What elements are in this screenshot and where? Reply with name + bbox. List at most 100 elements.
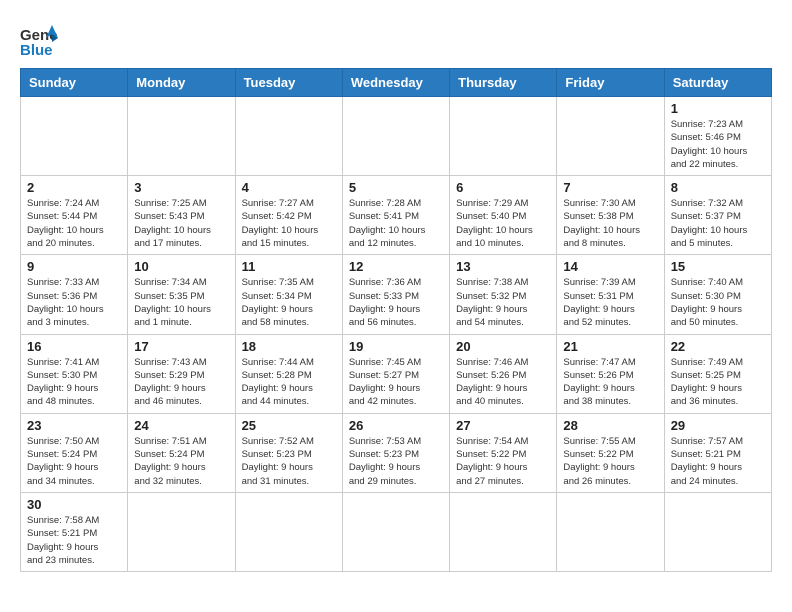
day-info: Sunrise: 7:25 AM Sunset: 5:43 PM Dayligh… <box>134 197 228 250</box>
calendar-empty-cell <box>21 97 128 176</box>
calendar-day-19: 19 Sunrise: 7:45 AM Sunset: 5:27 PM Dayli… <box>342 334 449 413</box>
day-info: Sunrise: 7:46 AM Sunset: 5:26 PM Dayligh… <box>456 356 550 409</box>
day-info: Sunrise: 7:34 AM Sunset: 5:35 PM Dayligh… <box>134 276 228 329</box>
day-number: 25 <box>242 418 336 433</box>
calendar-day-13: 13 Sunrise: 7:38 AM Sunset: 5:32 PM Dayli… <box>450 255 557 334</box>
calendar-week-row: 1 Sunrise: 7:23 AM Sunset: 5:46 PM Daylig… <box>21 97 772 176</box>
day-number: 15 <box>671 259 765 274</box>
day-number: 4 <box>242 180 336 195</box>
svg-text:Blue: Blue <box>20 42 53 58</box>
calendar-day-29: 29 Sunrise: 7:57 AM Sunset: 5:21 PM Dayli… <box>664 413 771 492</box>
calendar-day-7: 7 Sunrise: 7:30 AM Sunset: 5:38 PM Daylig… <box>557 176 664 255</box>
calendar-day-24: 24Sunrise: 7:51 AM Sunset: 5:24 PM Dayli… <box>128 413 235 492</box>
calendar-day-2: 2Sunrise: 7:24 AM Sunset: 5:44 PM Daylig… <box>21 176 128 255</box>
weekday-header-saturday: Saturday <box>664 69 771 97</box>
calendar-empty-cell <box>342 97 449 176</box>
calendar-day-21: 21Sunrise: 7:47 AM Sunset: 5:26 PM Dayli… <box>557 334 664 413</box>
calendar-empty-cell <box>664 492 771 571</box>
day-info: Sunrise: 7:45 AM Sunset: 5:27 PM Dayligh… <box>349 356 443 409</box>
day-number: 19 <box>349 339 443 354</box>
day-number: 27 <box>456 418 550 433</box>
weekday-header-sunday: Sunday <box>21 69 128 97</box>
header: General Blue <box>20 16 772 58</box>
calendar-day-8: 8Sunrise: 7:32 AM Sunset: 5:37 PM Daylig… <box>664 176 771 255</box>
day-number: 28 <box>563 418 657 433</box>
day-info: Sunrise: 7:30 AM Sunset: 5:38 PM Dayligh… <box>563 197 657 250</box>
calendar-day-18: 18Sunrise: 7:44 AM Sunset: 5:28 PM Dayli… <box>235 334 342 413</box>
day-info: Sunrise: 7:40 AM Sunset: 5:30 PM Dayligh… <box>671 276 765 329</box>
calendar-day-28: 28 Sunrise: 7:55 AM Sunset: 5:22 PM Dayli… <box>557 413 664 492</box>
day-info: Sunrise: 7:49 AM Sunset: 5:25 PM Dayligh… <box>671 356 765 409</box>
day-number: 30 <box>27 497 121 512</box>
day-number: 5 <box>349 180 443 195</box>
day-info: Sunrise: 7:44 AM Sunset: 5:28 PM Dayligh… <box>242 356 336 409</box>
day-number: 23 <box>27 418 121 433</box>
calendar-day-23: 23Sunrise: 7:50 AM Sunset: 5:24 PM Dayli… <box>21 413 128 492</box>
day-number: 1 <box>671 101 765 116</box>
weekday-header-friday: Friday <box>557 69 664 97</box>
calendar-day-6: 6Sunrise: 7:29 AM Sunset: 5:40 PM Daylig… <box>450 176 557 255</box>
calendar-empty-cell <box>235 492 342 571</box>
day-info: Sunrise: 7:29 AM Sunset: 5:40 PM Dayligh… <box>456 197 550 250</box>
calendar-day-12: 12 Sunrise: 7:36 AM Sunset: 5:33 PM Dayli… <box>342 255 449 334</box>
calendar-day-16: 16 Sunrise: 7:41 AM Sunset: 5:30 PM Dayli… <box>21 334 128 413</box>
day-info: Sunrise: 7:28 AM Sunset: 5:41 PM Dayligh… <box>349 197 443 250</box>
calendar-week-row: 16 Sunrise: 7:41 AM Sunset: 5:30 PM Dayli… <box>21 334 772 413</box>
calendar-week-row: 9 Sunrise: 7:33 AM Sunset: 5:36 PM Daylig… <box>21 255 772 334</box>
day-info: Sunrise: 7:38 AM Sunset: 5:32 PM Dayligh… <box>456 276 550 329</box>
day-number: 24 <box>134 418 228 433</box>
day-number: 16 <box>27 339 121 354</box>
calendar-day-4: 4 Sunrise: 7:27 AM Sunset: 5:42 PM Daylig… <box>235 176 342 255</box>
calendar-week-row: 23Sunrise: 7:50 AM Sunset: 5:24 PM Dayli… <box>21 413 772 492</box>
calendar-day-20: 20 Sunrise: 7:46 AM Sunset: 5:26 PM Dayli… <box>450 334 557 413</box>
day-info: Sunrise: 7:58 AM Sunset: 5:21 PM Dayligh… <box>27 514 121 567</box>
calendar-day-27: 27 Sunrise: 7:54 AM Sunset: 5:22 PM Dayli… <box>450 413 557 492</box>
day-info: Sunrise: 7:41 AM Sunset: 5:30 PM Dayligh… <box>27 356 121 409</box>
day-number: 13 <box>456 259 550 274</box>
calendar-week-row: 2Sunrise: 7:24 AM Sunset: 5:44 PM Daylig… <box>21 176 772 255</box>
day-info: Sunrise: 7:36 AM Sunset: 5:33 PM Dayligh… <box>349 276 443 329</box>
day-number: 12 <box>349 259 443 274</box>
weekday-header-wednesday: Wednesday <box>342 69 449 97</box>
day-number: 9 <box>27 259 121 274</box>
calendar-table: SundayMondayTuesdayWednesdayThursdayFrid… <box>20 68 772 572</box>
day-info: Sunrise: 7:33 AM Sunset: 5:36 PM Dayligh… <box>27 276 121 329</box>
calendar-day-25: 25 Sunrise: 7:52 AM Sunset: 5:23 PM Dayli… <box>235 413 342 492</box>
logo: General Blue <box>20 16 58 58</box>
calendar-empty-cell <box>557 97 664 176</box>
day-number: 20 <box>456 339 550 354</box>
weekday-header-tuesday: Tuesday <box>235 69 342 97</box>
day-info: Sunrise: 7:27 AM Sunset: 5:42 PM Dayligh… <box>242 197 336 250</box>
calendar-day-11: 11Sunrise: 7:35 AM Sunset: 5:34 PM Dayli… <box>235 255 342 334</box>
day-info: Sunrise: 7:39 AM Sunset: 5:31 PM Dayligh… <box>563 276 657 329</box>
day-number: 14 <box>563 259 657 274</box>
day-number: 7 <box>563 180 657 195</box>
calendar-empty-cell <box>235 97 342 176</box>
calendar-day-3: 3 Sunrise: 7:25 AM Sunset: 5:43 PM Daylig… <box>128 176 235 255</box>
day-info: Sunrise: 7:23 AM Sunset: 5:46 PM Dayligh… <box>671 118 765 171</box>
day-number: 2 <box>27 180 121 195</box>
calendar-day-5: 5 Sunrise: 7:28 AM Sunset: 5:41 PM Daylig… <box>342 176 449 255</box>
calendar-day-1: 1 Sunrise: 7:23 AM Sunset: 5:46 PM Daylig… <box>664 97 771 176</box>
day-number: 3 <box>134 180 228 195</box>
calendar-day-22: 22Sunrise: 7:49 AM Sunset: 5:25 PM Dayli… <box>664 334 771 413</box>
weekday-header-monday: Monday <box>128 69 235 97</box>
day-info: Sunrise: 7:43 AM Sunset: 5:29 PM Dayligh… <box>134 356 228 409</box>
day-info: Sunrise: 7:55 AM Sunset: 5:22 PM Dayligh… <box>563 435 657 488</box>
day-info: Sunrise: 7:52 AM Sunset: 5:23 PM Dayligh… <box>242 435 336 488</box>
calendar-day-10: 10 Sunrise: 7:34 AM Sunset: 5:35 PM Dayli… <box>128 255 235 334</box>
day-number: 26 <box>349 418 443 433</box>
day-info: Sunrise: 7:53 AM Sunset: 5:23 PM Dayligh… <box>349 435 443 488</box>
day-number: 8 <box>671 180 765 195</box>
day-info: Sunrise: 7:54 AM Sunset: 5:22 PM Dayligh… <box>456 435 550 488</box>
day-info: Sunrise: 7:47 AM Sunset: 5:26 PM Dayligh… <box>563 356 657 409</box>
generalblue-logo-icon: General Blue <box>20 20 58 58</box>
calendar-day-14: 14 Sunrise: 7:39 AM Sunset: 5:31 PM Dayli… <box>557 255 664 334</box>
day-number: 29 <box>671 418 765 433</box>
weekday-header-thursday: Thursday <box>450 69 557 97</box>
day-number: 11 <box>242 259 336 274</box>
day-info: Sunrise: 7:57 AM Sunset: 5:21 PM Dayligh… <box>671 435 765 488</box>
calendar-empty-cell <box>128 492 235 571</box>
page: General Blue SundayMondayTuesdayWednesda… <box>0 0 792 592</box>
day-number: 10 <box>134 259 228 274</box>
